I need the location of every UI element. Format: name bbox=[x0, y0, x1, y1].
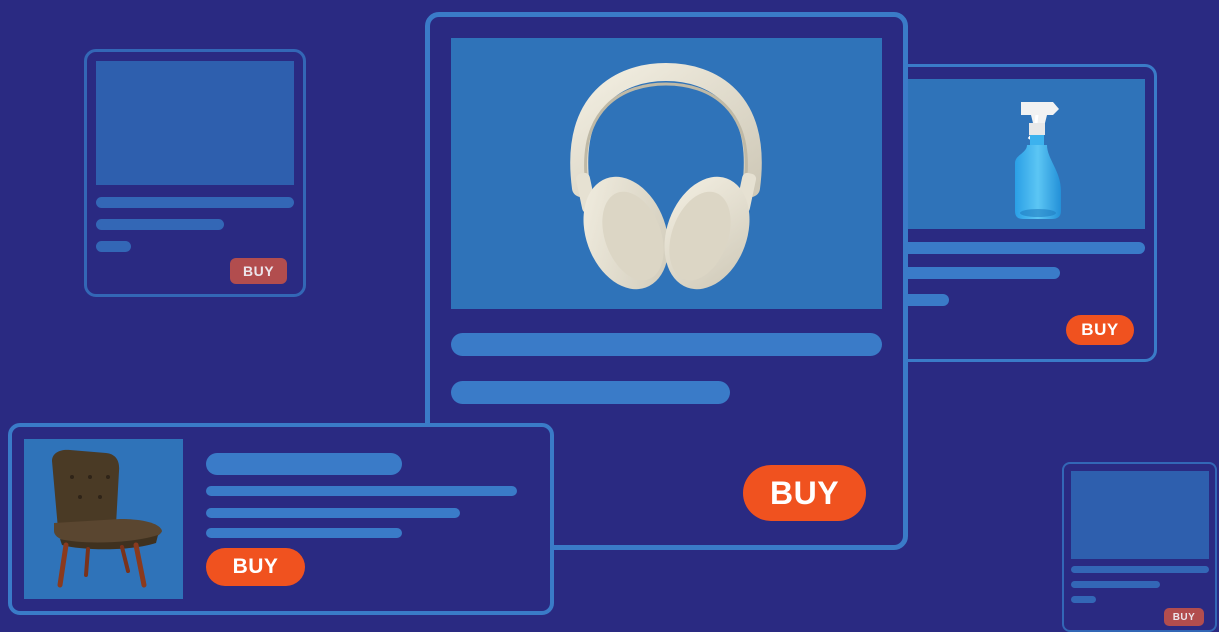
buy-button[interactable]: BUY bbox=[1066, 315, 1134, 345]
buy-button[interactable]: BUY bbox=[206, 548, 305, 586]
price-bar bbox=[96, 241, 131, 252]
headphones-icon bbox=[570, 62, 762, 290]
spray-bottle-icon bbox=[1015, 102, 1061, 219]
product-image-placeholder bbox=[96, 61, 294, 185]
buy-button[interactable]: BUY bbox=[230, 258, 287, 284]
desc-bar bbox=[1071, 581, 1160, 588]
price-bar bbox=[206, 528, 402, 538]
desc-bar bbox=[451, 381, 730, 404]
buy-button[interactable]: BUY bbox=[1164, 608, 1204, 626]
product-image bbox=[877, 79, 1145, 229]
product-card-placeholder-bottom-right: BUY bbox=[1062, 462, 1217, 632]
product-image bbox=[451, 38, 882, 309]
title-bar bbox=[877, 242, 1145, 254]
desc-bar bbox=[206, 486, 517, 496]
product-image-placeholder bbox=[1071, 471, 1209, 559]
product-card-placeholder-top-left: BUY bbox=[84, 49, 306, 297]
title-bar bbox=[96, 197, 294, 208]
title-bar bbox=[451, 333, 882, 356]
price-bar bbox=[1071, 596, 1096, 603]
desc-bar bbox=[96, 219, 224, 230]
product-card-chair: BUY bbox=[8, 423, 554, 615]
title-bar bbox=[206, 453, 402, 475]
armchair-icon bbox=[52, 449, 162, 588]
title-bar bbox=[1071, 566, 1209, 573]
product-image bbox=[24, 439, 183, 599]
buy-button[interactable]: BUY bbox=[743, 465, 866, 521]
desc-bar bbox=[206, 508, 460, 518]
